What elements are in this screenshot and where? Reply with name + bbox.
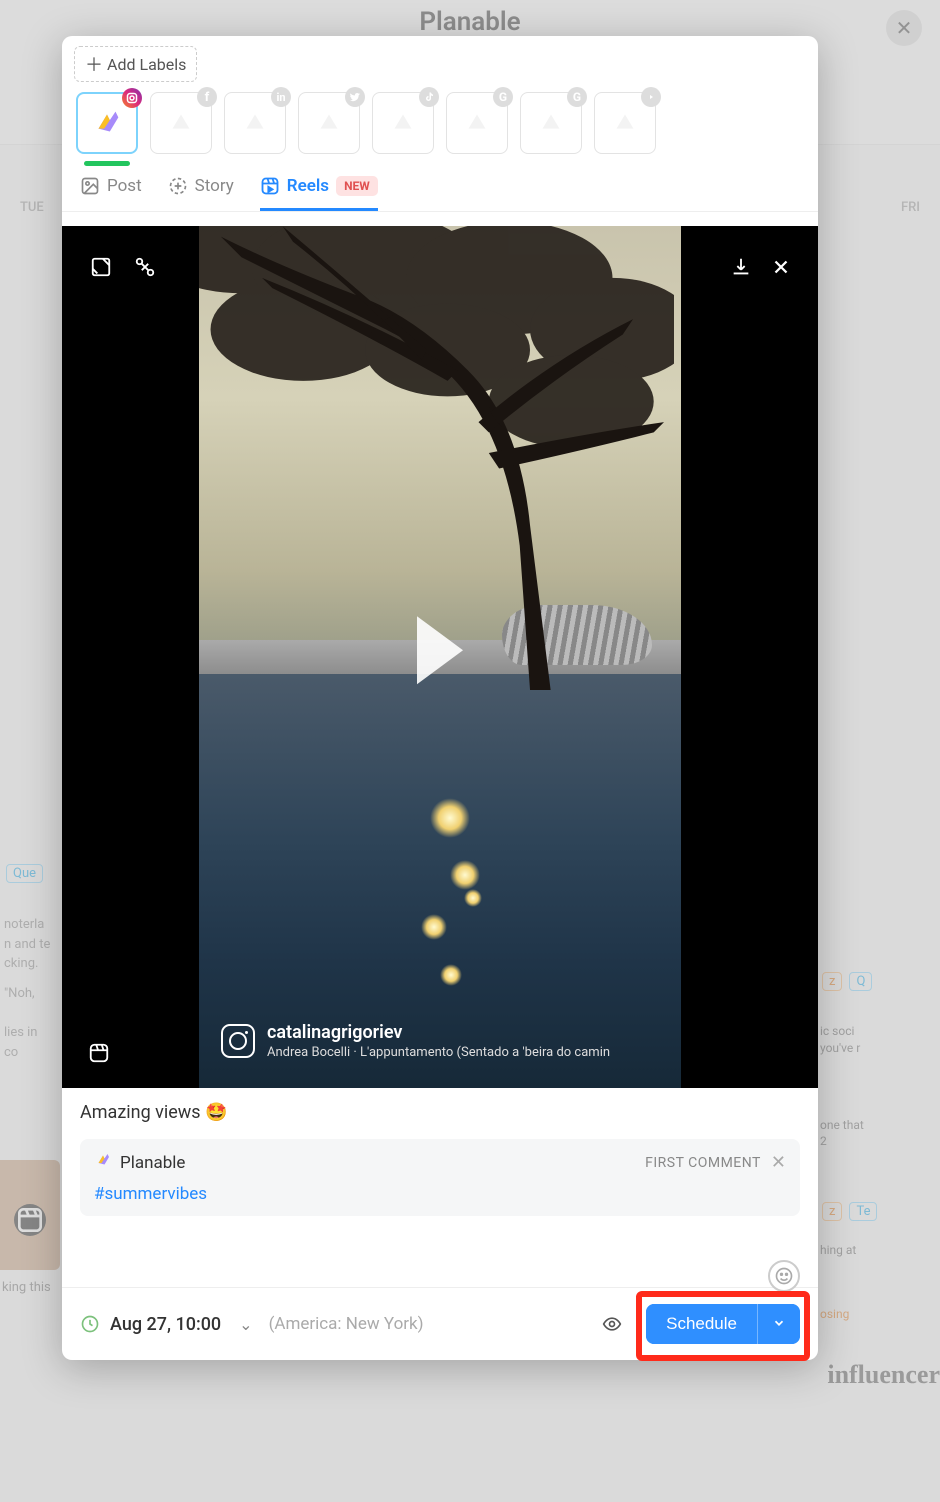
first-comment-brand: Planable [120, 1153, 185, 1173]
selected-indicator [84, 161, 130, 166]
account-instagram[interactable] [76, 92, 138, 154]
account-tiktok[interactable] [372, 92, 434, 154]
clock-icon [80, 1314, 100, 1334]
video-preview: catalinagrigoriev Andrea Bocelli · L'app… [62, 226, 818, 1088]
emoji-picker-button[interactable] [768, 1260, 800, 1292]
new-badge: NEW [336, 176, 378, 196]
account-youtube[interactable] [594, 92, 656, 154]
youtube-icon [641, 87, 661, 107]
tab-reels[interactable]: Reels NEW [260, 176, 378, 211]
plus-icon: ＋ [85, 51, 103, 77]
account-google2[interactable]: G [520, 92, 582, 154]
twitter-icon [345, 87, 365, 107]
add-labels-button[interactable]: ＋ Add Labels [74, 46, 197, 82]
instagram-icon [122, 88, 142, 108]
google-icon: G [493, 87, 513, 107]
video-username: catalinagrigoriev [267, 1022, 610, 1043]
video-song: Andrea Bocelli · L'appuntamento (Sentado… [267, 1045, 610, 1060]
planable-logo-icon [608, 106, 642, 140]
schedule-datetime[interactable]: Aug 27, 10:00 [110, 1314, 221, 1335]
instagram-icon [221, 1024, 255, 1058]
account-facebook[interactable]: f [150, 92, 212, 154]
schedule-button-group: Schedule [646, 1304, 800, 1344]
linkedin-icon: in [271, 87, 291, 107]
google-icon: G [567, 87, 587, 107]
tab-post[interactable]: Post [80, 176, 142, 211]
remove-first-comment-button[interactable]: ✕ [771, 1152, 786, 1173]
content-type-tabs: Post Story Reels NEW [62, 158, 818, 212]
account-linkedin[interactable]: in [224, 92, 286, 154]
crop-button[interactable] [134, 256, 156, 278]
planable-logo-icon [90, 106, 124, 140]
footer-bar: Aug 27, 10:00 ⌄ (America: New York) Sche… [62, 1287, 818, 1360]
account-google1[interactable]: G [446, 92, 508, 154]
first-comment-label: FIRST COMMENT [645, 1155, 761, 1171]
edit-image-button[interactable] [90, 256, 112, 278]
planable-logo-icon [460, 106, 494, 140]
planable-logo-icon [164, 106, 198, 140]
first-comment-box: Planable FIRST COMMENT ✕ #summervibes [80, 1139, 800, 1216]
image-icon [80, 176, 100, 196]
play-button[interactable] [417, 616, 463, 684]
chevron-down-icon[interactable]: ⌄ [239, 1315, 252, 1334]
video-caption-overlay: catalinagrigoriev Andrea Bocelli · L'app… [221, 1022, 610, 1060]
first-comment-text[interactable]: #summervibes [94, 1184, 786, 1204]
download-button[interactable] [730, 256, 752, 278]
timezone-text: (America: New York) [269, 1314, 424, 1334]
preview-button[interactable] [602, 1314, 622, 1334]
planable-logo-icon [238, 106, 272, 140]
compose-modal: ＋ Add Labels f in [62, 36, 818, 1360]
planable-logo-icon [386, 106, 420, 140]
close-video-button[interactable] [770, 256, 792, 278]
facebook-icon: f [197, 87, 217, 107]
planable-logo-icon [534, 106, 568, 140]
planable-logo-icon [94, 1151, 112, 1174]
account-twitter[interactable] [298, 92, 360, 154]
planable-logo-icon [312, 106, 346, 140]
caption-text[interactable]: Amazing views 🤩 [62, 1088, 818, 1137]
reels-icon [260, 176, 280, 196]
tab-story[interactable]: Story [168, 176, 234, 211]
schedule-button[interactable]: Schedule [646, 1304, 757, 1344]
tiktok-icon [419, 87, 439, 107]
add-labels-text: Add Labels [107, 55, 186, 74]
reel-badge-icon [88, 1042, 110, 1064]
story-icon [168, 176, 188, 196]
account-selector: f in G G [62, 82, 818, 158]
schedule-options-button[interactable] [757, 1304, 800, 1344]
